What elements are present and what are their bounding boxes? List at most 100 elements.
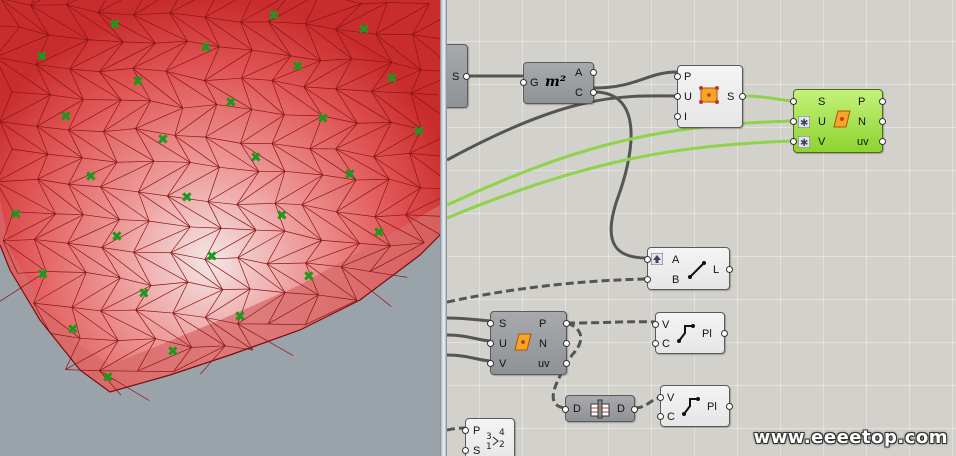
- output-l-label: L: [713, 264, 720, 276]
- output-uv-port[interactable]: [563, 360, 570, 367]
- input-v-port[interactable]: [657, 394, 664, 401]
- output-p-label: P: [858, 96, 866, 108]
- surface-point-marker: ✖: [132, 74, 144, 90]
- output-p-port[interactable]: [563, 320, 570, 327]
- input-p-port[interactable]: [674, 73, 681, 80]
- output-a-label: A: [575, 67, 583, 79]
- gear-param-icon: ✱: [798, 136, 810, 148]
- output-pl-port[interactable]: [721, 330, 728, 337]
- data-dam-icon: [590, 399, 610, 419]
- input-s-label: S: [473, 445, 481, 456]
- input-v-port[interactable]: [790, 138, 797, 145]
- input-v-port[interactable]: [487, 360, 494, 367]
- input-u-port[interactable]: [487, 340, 494, 347]
- input-u-port[interactable]: [790, 118, 797, 125]
- output-d-port[interactable]: [631, 406, 638, 413]
- surface-point-marker: ✖: [85, 169, 97, 185]
- surface-point-marker: ✖: [358, 22, 370, 38]
- red-surface-mesh: ✖ ✖ ✖ ✖ ✖ ✖ ✖ ✖ ✖ ✖ ✖ ✖ ✖ ✖ ✖ ✖ ✖ ✖ ✖ ✖ ✖ ✖ ✖ ✖ ✖ ✖ ✖ ✖ ✖: [0, 0, 440, 401]
- rhino-viewport[interactable]: ✖ ✖ ✖ ✖ ✖ ✖ ✖ ✖ ✖ ✖ ✖ ✖ ✖ ✖ ✖ ✖ ✖ ✖ ✖ ✖ ✖ ✖ ✖ ✖ ✖ ✖ ✖ ✖ ✖: [0, 0, 440, 456]
- input-c-label: C: [667, 411, 675, 423]
- input-g-port[interactable]: [520, 79, 527, 86]
- input-d-label: D: [573, 403, 581, 415]
- line-component[interactable]: A B L: [644, 247, 733, 290]
- sort-list-component[interactable]: P S 3 4 1 2: [462, 418, 515, 456]
- input-a-label: A: [672, 254, 680, 266]
- input-b-port[interactable]: [644, 276, 651, 283]
- input-p-port[interactable]: [462, 427, 469, 434]
- output-l-port[interactable]: [726, 266, 733, 273]
- output-uv-label: uv: [538, 358, 550, 370]
- input-s-port[interactable]: [487, 320, 494, 327]
- surface-point-marker: ✖: [60, 109, 72, 125]
- input-s-label: S: [818, 96, 826, 108]
- input-s-port[interactable]: [790, 98, 797, 105]
- output-pl-port[interactable]: [726, 403, 733, 410]
- output-a-port[interactable]: [590, 69, 597, 76]
- surface-point-marker: ✖: [268, 8, 280, 24]
- input-u-label: U: [499, 338, 507, 350]
- input-d-port[interactable]: [562, 406, 569, 413]
- data-dam-component[interactable]: D D: [562, 395, 638, 422]
- input-u-port[interactable]: [674, 93, 681, 100]
- svg-text:✱: ✱: [800, 118, 808, 128]
- input-i-port[interactable]: [674, 113, 681, 120]
- output-s-port[interactable]: [739, 93, 746, 100]
- area-m2-icon: m²: [545, 74, 566, 90]
- output-c-label: C: [575, 87, 583, 99]
- surface-point-marker: ✖: [181, 190, 193, 206]
- input-c-port[interactable]: [652, 340, 659, 347]
- gear-param-icon: ✱: [798, 116, 810, 128]
- input-v-label: V: [499, 358, 507, 370]
- svg-text:3: 3: [486, 432, 492, 442]
- evaluate-surface-selected[interactable]: S ✱ U ✱ V P N uv: [790, 89, 886, 153]
- input-c-port[interactable]: [657, 413, 664, 420]
- output-n-port[interactable]: [879, 118, 886, 125]
- svg-text:4: 4: [499, 428, 505, 438]
- viewport-splitter[interactable]: [440, 0, 447, 456]
- evaluate-surface-icon: [514, 333, 532, 351]
- upload-param-icon: [651, 253, 663, 265]
- plane-icon: [677, 324, 695, 343]
- output-p-port[interactable]: [879, 98, 886, 105]
- output-n-port[interactable]: [563, 340, 570, 347]
- watermark: www.eeeetop.com: [753, 427, 948, 448]
- input-i-label: I: [684, 111, 688, 123]
- surface-point-marker: ✖: [36, 49, 48, 65]
- output-p-label: P: [539, 318, 547, 330]
- input-g-label: G: [530, 77, 539, 89]
- input-a-port[interactable]: [644, 256, 651, 263]
- surface-point-marker: ✖: [200, 40, 212, 56]
- plane-component-top[interactable]: V C Pl: [652, 312, 728, 354]
- input-s-label: S: [499, 318, 507, 330]
- surface-point-marker: ✖: [292, 59, 304, 75]
- sort-icon: 3 4 1 2: [486, 428, 505, 451]
- evaluate-surface-icon: [833, 110, 851, 128]
- surface-point-marker: ✖: [250, 150, 262, 166]
- output-c-port[interactable]: [590, 89, 597, 96]
- surface-component[interactable]: P U I S: [674, 65, 746, 128]
- surface-point-marker: ✖: [276, 208, 288, 224]
- output-s-port[interactable]: [463, 73, 470, 80]
- input-v-label: V: [818, 136, 826, 148]
- surface-point-marker: ✖: [317, 111, 329, 127]
- plane-component-bottom[interactable]: V C Pl: [657, 385, 733, 427]
- input-u-label: U: [684, 91, 692, 103]
- surface-point-marker: ✖: [413, 124, 425, 140]
- input-c-label: C: [662, 338, 670, 350]
- output-uv-port[interactable]: [879, 138, 886, 145]
- output-pl-label: Pl: [702, 328, 712, 340]
- input-u-label: U: [818, 116, 826, 128]
- evaluate-surface-component[interactable]: S U V P N uv: [487, 311, 570, 375]
- surface-point-marker: ✖: [111, 229, 123, 245]
- input-v-port[interactable]: [652, 321, 659, 328]
- area-component[interactable]: G m² A C: [520, 62, 597, 104]
- input-s-port[interactable]: [462, 447, 469, 454]
- surface-point-marker: ✖: [167, 344, 179, 360]
- surface-point-marker: ✖: [37, 267, 49, 283]
- svg-text:2: 2: [499, 440, 505, 450]
- partial-component-left[interactable]: S: [447, 44, 470, 108]
- line-icon: [688, 261, 706, 279]
- grasshopper-canvas[interactable]: S G m² A C P U I S S ✱ U ✱ V P N uv A B …: [447, 0, 956, 456]
- input-b-label: B: [672, 274, 680, 286]
